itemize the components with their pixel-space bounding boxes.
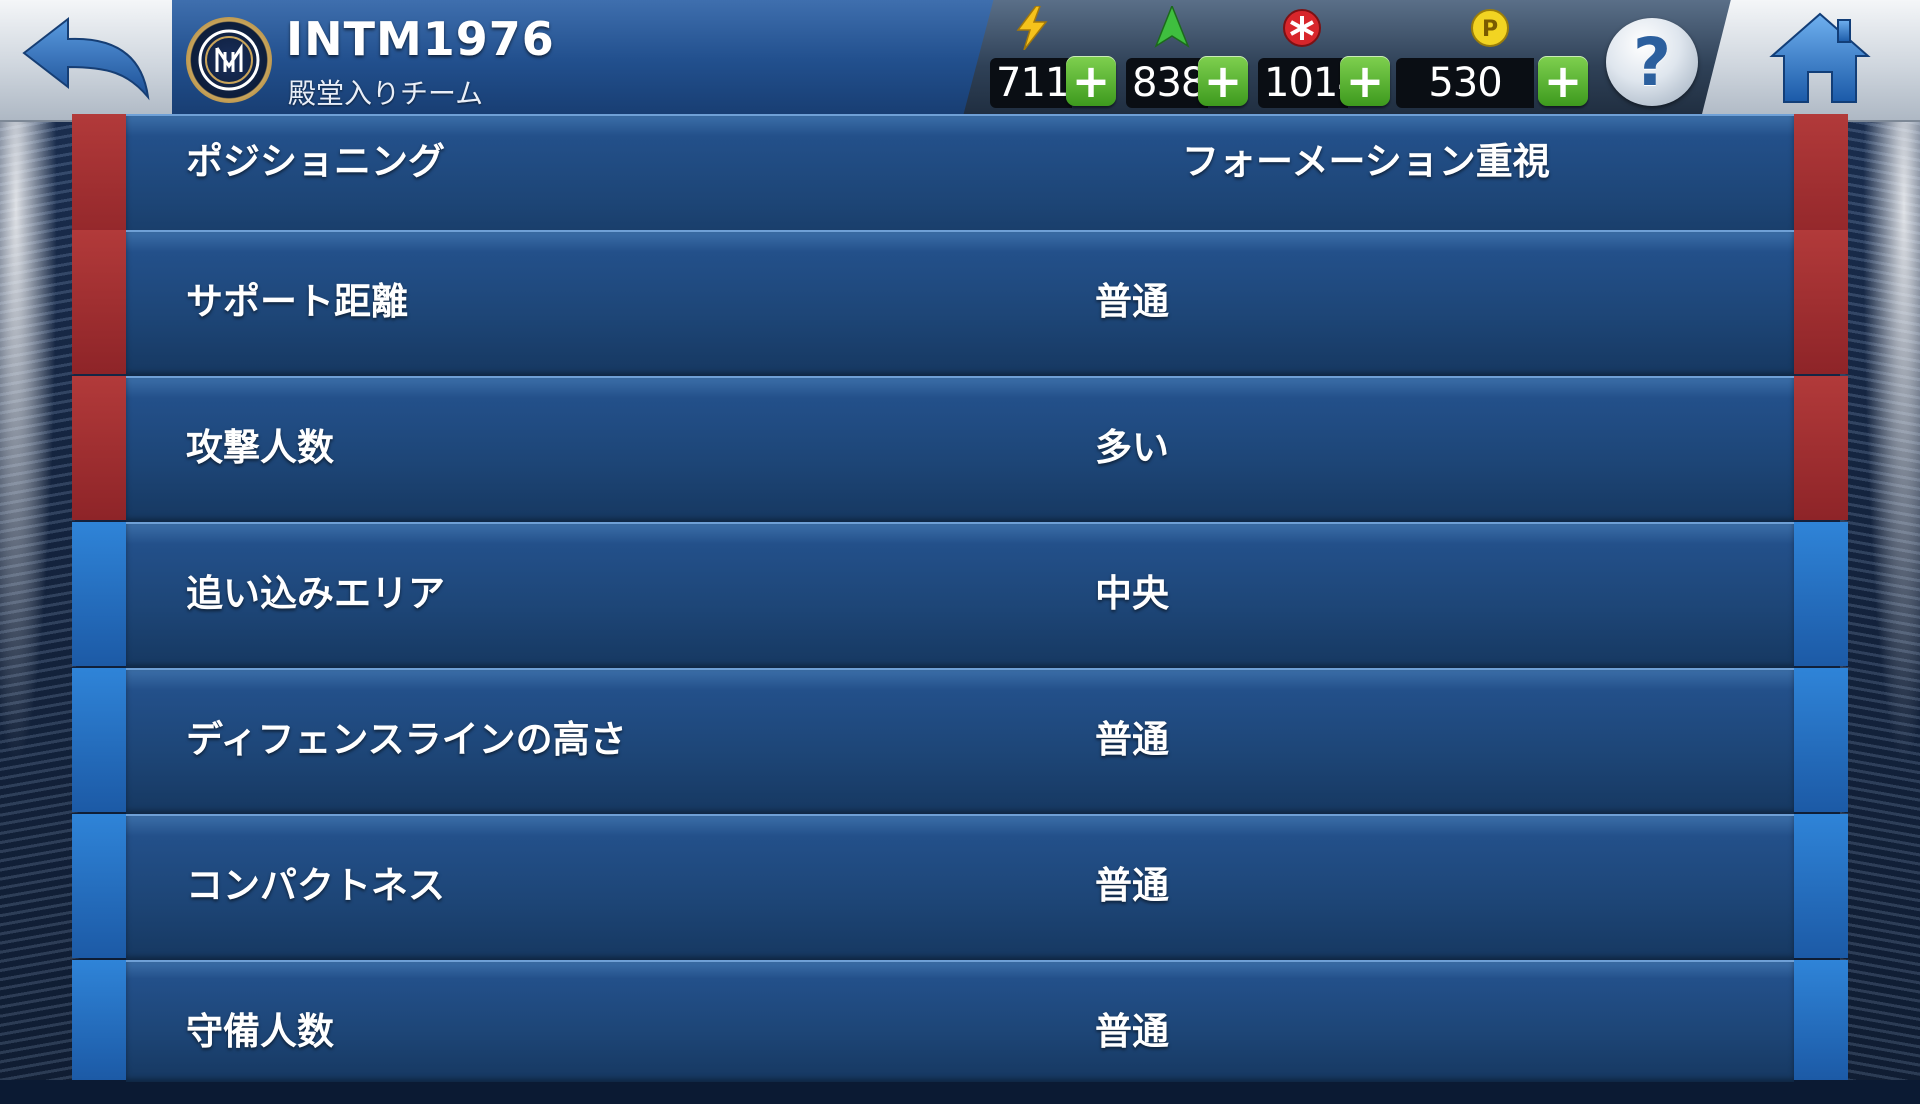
currency-rank: 838 + (1126, 0, 1256, 120)
setting-row-defense-numbers[interactable]: 守備人数 普通 (72, 960, 1848, 1082)
tactics-settings-list: ポジショニング フォーメーション重視 サポート距離 普通 攻撃人数 多い 追い込… (72, 114, 1848, 1082)
defense-stripe (1794, 814, 1848, 958)
help-button[interactable]: ? (1606, 18, 1698, 106)
svg-text:P: P (1482, 17, 1498, 42)
currency-special: 1014 + (1258, 0, 1408, 120)
team-name: INTM1976 (286, 12, 555, 66)
offense-stripe (1794, 376, 1848, 520)
arrow-up-icon (1150, 6, 1194, 50)
setting-label: 守備人数 (186, 1010, 334, 1053)
home-icon (1768, 10, 1872, 110)
energy-value: 711 (990, 58, 1072, 108)
club-crest-icon (186, 17, 272, 103)
add-energy-button[interactable]: + (1066, 56, 1116, 106)
question-icon: ? (1632, 23, 1672, 101)
special-value: 1014 (1258, 58, 1363, 108)
setting-row-pressing-area[interactable]: 追い込みエリア 中央 (72, 522, 1848, 668)
setting-label: サポート距離 (186, 280, 408, 323)
back-button[interactable] (0, 0, 172, 122)
defense-stripe (1794, 668, 1848, 812)
defense-stripe (72, 814, 126, 958)
defense-stripe (72, 668, 126, 812)
setting-row-support-distance[interactable]: サポート距離 普通 (72, 230, 1848, 376)
currency-energy: 711 + (990, 0, 1120, 120)
row-panel (126, 376, 1794, 522)
defense-stripe (72, 522, 126, 666)
setting-label: コンパクトネス (186, 864, 445, 907)
points-value: 530 (1396, 58, 1534, 108)
defense-stripe (1794, 960, 1848, 1080)
setting-value: 多い (1095, 426, 1169, 469)
setting-value: 普通 (1095, 280, 1169, 323)
top-bar: INTM1976 殿堂入りチーム 711 + 838 + 1014 + P 53… (0, 0, 1920, 122)
setting-value: 普通 (1095, 718, 1169, 761)
team-subtitle: 殿堂入りチーム (288, 77, 484, 110)
p-coin-icon: P (1468, 6, 1512, 50)
setting-label: ポジショニング (186, 140, 445, 183)
setting-row-compactness[interactable]: コンパクトネス 普通 (72, 814, 1848, 960)
setting-value: 中央 (1095, 572, 1169, 615)
setting-label: 攻撃人数 (186, 426, 334, 469)
setting-row-attack-numbers[interactable]: 攻撃人数 多い (72, 376, 1848, 522)
add-points-button[interactable]: + (1538, 56, 1588, 106)
offense-stripe (72, 230, 126, 374)
setting-value: フォーメーション重視 (1182, 140, 1550, 183)
setting-label: ディフェンスラインの高さ (186, 718, 627, 761)
rank-value: 838 (1126, 58, 1208, 108)
red-star-icon (1280, 6, 1324, 50)
setting-row-defensive-line[interactable]: ディフェンスラインの高さ 普通 (72, 668, 1848, 814)
setting-value: 普通 (1095, 864, 1169, 907)
offense-stripe (72, 376, 126, 520)
lightning-icon (1010, 6, 1054, 50)
home-button[interactable] (1768, 10, 1872, 110)
add-special-button[interactable]: + (1340, 56, 1390, 106)
defense-stripe (1794, 522, 1848, 666)
setting-value: 普通 (1095, 1010, 1169, 1053)
offense-stripe (1794, 230, 1848, 374)
defense-stripe (72, 960, 126, 1080)
back-arrow-icon (16, 13, 156, 107)
currency-points: P 530 + (1396, 0, 1596, 120)
setting-label: 追い込みエリア (186, 572, 445, 615)
row-panel (126, 960, 1794, 1082)
add-rank-button[interactable]: + (1198, 56, 1248, 106)
